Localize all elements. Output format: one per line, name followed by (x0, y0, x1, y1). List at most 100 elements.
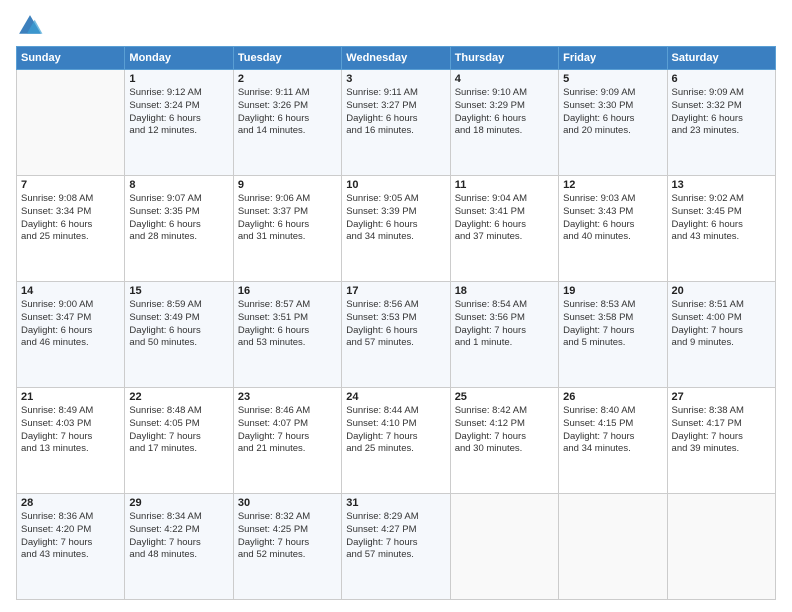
calendar-cell (559, 494, 667, 600)
day-info: Sunrise: 8:42 AM Sunset: 4:12 PM Dayligh… (455, 405, 554, 456)
day-info: Sunrise: 9:07 AM Sunset: 3:35 PM Dayligh… (129, 193, 228, 244)
week-row-3: 14 Sunrise: 9:00 AM Sunset: 3:47 PM Dayli… (17, 282, 776, 388)
day-number: 18 (455, 285, 554, 297)
page: SundayMondayTuesdayWednesdayThursdayFrid… (0, 0, 792, 612)
calendar-cell: 15 Sunrise: 8:59 AM Sunset: 3:49 PM Dayli… (125, 282, 233, 388)
calendar-body: 1 Sunrise: 9:12 AM Sunset: 3:24 PM Daylig… (17, 70, 776, 600)
calendar-cell (17, 70, 125, 176)
logo-icon (16, 12, 44, 40)
weekday-header-wednesday: Wednesday (342, 47, 450, 70)
calendar-cell: 26 Sunrise: 8:40 AM Sunset: 4:15 PM Dayli… (559, 388, 667, 494)
calendar-cell: 13 Sunrise: 9:02 AM Sunset: 3:45 PM Dayli… (667, 176, 775, 282)
calendar-cell: 4Sunrise: 9:10 AM Sunset: 3:29 PM Daylig… (450, 70, 558, 176)
week-row-2: 7 Sunrise: 9:08 AM Sunset: 3:34 PM Daylig… (17, 176, 776, 282)
day-number: 15 (129, 285, 228, 297)
logo (16, 12, 48, 40)
calendar-cell: 29 Sunrise: 8:34 AM Sunset: 4:22 PM Dayli… (125, 494, 233, 600)
calendar-cell: 7 Sunrise: 9:08 AM Sunset: 3:34 PM Daylig… (17, 176, 125, 282)
day-info: Sunrise: 9:02 AM Sunset: 3:45 PM Dayligh… (672, 193, 771, 244)
day-info: Sunrise: 9:05 AM Sunset: 3:39 PM Dayligh… (346, 193, 445, 244)
day-info: Sunrise: 9:04 AM Sunset: 3:41 PM Dayligh… (455, 193, 554, 244)
day-number: 27 (672, 391, 771, 403)
calendar-cell: 11 Sunrise: 9:04 AM Sunset: 3:41 PM Dayli… (450, 176, 558, 282)
weekday-header-tuesday: Tuesday (233, 47, 341, 70)
weekday-header-friday: Friday (559, 47, 667, 70)
day-info: Sunrise: 8:53 AM Sunset: 3:58 PM Dayligh… (563, 299, 662, 350)
day-number: 9 (238, 179, 337, 191)
calendar-cell: 2 Sunrise: 9:11 AM Sunset: 3:26 PM Daylig… (233, 70, 341, 176)
day-number: 28 (21, 497, 120, 509)
day-info: Sunrise: 8:56 AM Sunset: 3:53 PM Dayligh… (346, 299, 445, 350)
day-info: Sunrise: 9:09 AM Sunset: 3:30 PM Dayligh… (563, 87, 662, 138)
weekday-header-saturday: Saturday (667, 47, 775, 70)
day-info: Sunrise: 8:54 AM Sunset: 3:56 PM Dayligh… (455, 299, 554, 350)
day-info: Sunrise: 9:00 AM Sunset: 3:47 PM Dayligh… (21, 299, 120, 350)
calendar-cell: 20Sunrise: 8:51 AM Sunset: 4:00 PM Dayli… (667, 282, 775, 388)
day-info: Sunrise: 8:46 AM Sunset: 4:07 PM Dayligh… (238, 405, 337, 456)
day-number: 19 (563, 285, 662, 297)
day-number: 20 (672, 285, 771, 297)
calendar-cell: 6 Sunrise: 9:09 AM Sunset: 3:32 PM Daylig… (667, 70, 775, 176)
day-number: 26 (563, 391, 662, 403)
day-number: 23 (238, 391, 337, 403)
weekday-header-sunday: Sunday (17, 47, 125, 70)
day-info: Sunrise: 9:08 AM Sunset: 3:34 PM Dayligh… (21, 193, 120, 244)
day-number: 12 (563, 179, 662, 191)
calendar-cell: 27 Sunrise: 8:38 AM Sunset: 4:17 PM Dayli… (667, 388, 775, 494)
day-info: Sunrise: 9:03 AM Sunset: 3:43 PM Dayligh… (563, 193, 662, 244)
day-info: Sunrise: 9:12 AM Sunset: 3:24 PM Dayligh… (129, 87, 228, 138)
day-number: 6 (672, 73, 771, 85)
calendar-cell (667, 494, 775, 600)
day-number: 3 (346, 73, 445, 85)
day-info: Sunrise: 8:36 AM Sunset: 4:20 PM Dayligh… (21, 511, 120, 562)
day-number: 29 (129, 497, 228, 509)
calendar-cell: 12 Sunrise: 9:03 AM Sunset: 3:43 PM Dayli… (559, 176, 667, 282)
day-number: 1 (129, 73, 228, 85)
calendar-cell: 31Sunrise: 8:29 AM Sunset: 4:27 PM Dayli… (342, 494, 450, 600)
day-info: Sunrise: 9:06 AM Sunset: 3:37 PM Dayligh… (238, 193, 337, 244)
day-number: 17 (346, 285, 445, 297)
calendar-cell: 1 Sunrise: 9:12 AM Sunset: 3:24 PM Daylig… (125, 70, 233, 176)
week-row-1: 1 Sunrise: 9:12 AM Sunset: 3:24 PM Daylig… (17, 70, 776, 176)
day-number: 14 (21, 285, 120, 297)
calendar-cell: 21Sunrise: 8:49 AM Sunset: 4:03 PM Dayli… (17, 388, 125, 494)
day-info: Sunrise: 8:32 AM Sunset: 4:25 PM Dayligh… (238, 511, 337, 562)
day-info: Sunrise: 8:29 AM Sunset: 4:27 PM Dayligh… (346, 511, 445, 562)
week-row-5: 28 Sunrise: 8:36 AM Sunset: 4:20 PM Dayli… (17, 494, 776, 600)
day-info: Sunrise: 8:48 AM Sunset: 4:05 PM Dayligh… (129, 405, 228, 456)
calendar-cell: 22 Sunrise: 8:48 AM Sunset: 4:05 PM Dayli… (125, 388, 233, 494)
day-number: 7 (21, 179, 120, 191)
day-info: Sunrise: 9:10 AM Sunset: 3:29 PM Dayligh… (455, 87, 554, 138)
day-number: 11 (455, 179, 554, 191)
day-info: Sunrise: 8:40 AM Sunset: 4:15 PM Dayligh… (563, 405, 662, 456)
day-info: Sunrise: 8:59 AM Sunset: 3:49 PM Dayligh… (129, 299, 228, 350)
header (16, 12, 776, 40)
calendar-cell: 28 Sunrise: 8:36 AM Sunset: 4:20 PM Dayli… (17, 494, 125, 600)
day-number: 25 (455, 391, 554, 403)
calendar: SundayMondayTuesdayWednesdayThursdayFrid… (16, 46, 776, 600)
day-number: 30 (238, 497, 337, 509)
day-info: Sunrise: 9:11 AM Sunset: 3:27 PM Dayligh… (346, 87, 445, 138)
week-row-4: 21Sunrise: 8:49 AM Sunset: 4:03 PM Dayli… (17, 388, 776, 494)
calendar-cell: 24Sunrise: 8:44 AM Sunset: 4:10 PM Dayli… (342, 388, 450, 494)
weekday-header-thursday: Thursday (450, 47, 558, 70)
day-info: Sunrise: 8:34 AM Sunset: 4:22 PM Dayligh… (129, 511, 228, 562)
weekday-header-monday: Monday (125, 47, 233, 70)
day-info: Sunrise: 9:09 AM Sunset: 3:32 PM Dayligh… (672, 87, 771, 138)
day-info: Sunrise: 9:11 AM Sunset: 3:26 PM Dayligh… (238, 87, 337, 138)
day-number: 2 (238, 73, 337, 85)
day-info: Sunrise: 8:38 AM Sunset: 4:17 PM Dayligh… (672, 405, 771, 456)
calendar-cell: 8Sunrise: 9:07 AM Sunset: 3:35 PM Daylig… (125, 176, 233, 282)
calendar-cell: 17 Sunrise: 8:56 AM Sunset: 3:53 PM Dayli… (342, 282, 450, 388)
calendar-cell: 18 Sunrise: 8:54 AM Sunset: 3:56 PM Dayli… (450, 282, 558, 388)
day-info: Sunrise: 8:57 AM Sunset: 3:51 PM Dayligh… (238, 299, 337, 350)
calendar-cell: 19 Sunrise: 8:53 AM Sunset: 3:58 PM Dayli… (559, 282, 667, 388)
calendar-header: SundayMondayTuesdayWednesdayThursdayFrid… (17, 47, 776, 70)
calendar-cell: 30 Sunrise: 8:32 AM Sunset: 4:25 PM Dayli… (233, 494, 341, 600)
day-number: 22 (129, 391, 228, 403)
day-number: 24 (346, 391, 445, 403)
calendar-cell: 9 Sunrise: 9:06 AM Sunset: 3:37 PM Daylig… (233, 176, 341, 282)
calendar-cell (450, 494, 558, 600)
day-number: 21 (21, 391, 120, 403)
day-number: 13 (672, 179, 771, 191)
